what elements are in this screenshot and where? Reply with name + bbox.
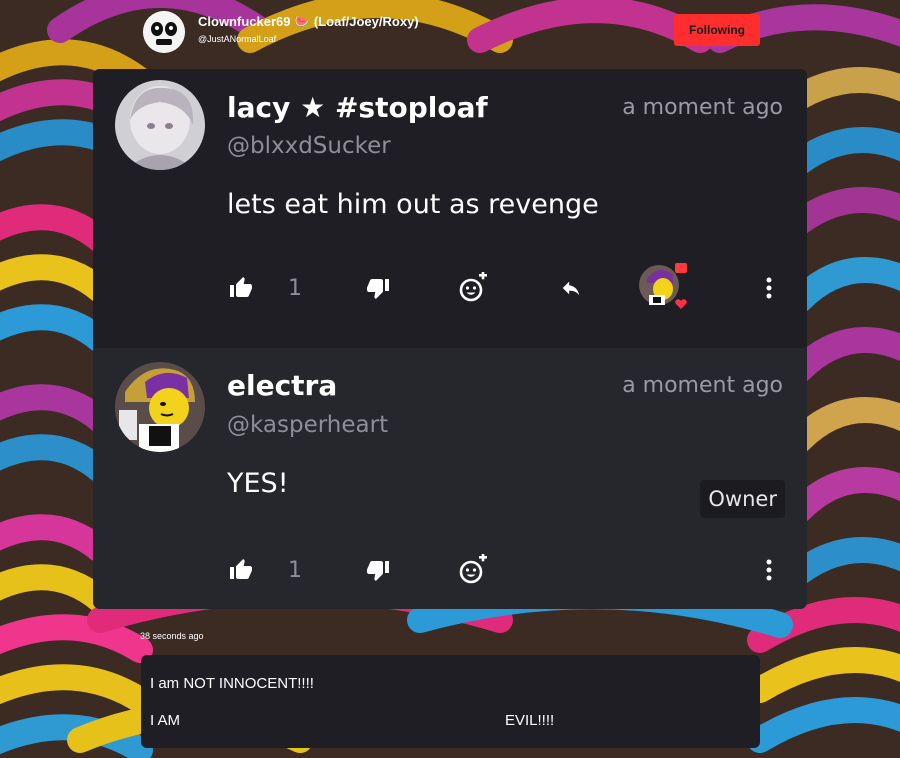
add-reaction-icon — [459, 554, 487, 584]
comment-avatar[interactable] — [115, 80, 205, 170]
more-options-button[interactable] — [759, 550, 779, 590]
like-count: 1 — [288, 275, 302, 301]
comment-author-name[interactable]: electra — [227, 369, 337, 402]
profile-header: Clownfucker69 🍉 (Loaf/Joey/Roxy) @JustAN… — [143, 9, 763, 53]
like-count: 1 — [288, 557, 302, 583]
thumbs-down-icon — [367, 561, 389, 581]
comment-text: YES! — [227, 468, 289, 499]
comment-actions: 1 — [93, 550, 807, 590]
dislike-button[interactable] — [364, 550, 392, 590]
more-vertical-icon — [766, 277, 772, 299]
profile-avatar[interactable] — [143, 11, 185, 53]
profile-handle: @JustANormalLoaf — [198, 34, 277, 44]
add-reaction-icon — [459, 272, 487, 302]
comment-time: a moment ago — [622, 95, 783, 120]
reply-button[interactable] — [556, 268, 586, 308]
comment-text: lets eat him out as revenge — [227, 189, 599, 220]
post-line: EVIL!!!! — [505, 712, 555, 729]
owner-badge: Owner — [700, 480, 785, 518]
comment-item: lacy ★ #stoploaf @blxxdSucker a moment a… — [93, 69, 807, 348]
comment-author-name[interactable]: lacy ★ #stoploaf — [227, 91, 488, 124]
more-options-button[interactable] — [759, 268, 779, 308]
comment-actions: 1 — [93, 263, 807, 313]
post-line: I AM — [150, 712, 181, 729]
post-line: I am NOT INNOCENT!!!! — [150, 675, 314, 692]
post-timestamp: 38 seconds ago — [140, 631, 204, 641]
post-text-box: I am NOT INNOCENT!!!! I AM EVIL!!!! — [141, 655, 760, 748]
like-button[interactable] — [227, 268, 255, 308]
dislike-button[interactable] — [364, 268, 392, 308]
add-reaction-button[interactable] — [457, 268, 489, 308]
add-reaction-button[interactable] — [457, 550, 489, 590]
comments-panel: lacy ★ #stoploaf @blxxdSucker a moment a… — [93, 69, 807, 609]
more-vertical-icon — [766, 559, 772, 581]
comment-avatar[interactable] — [115, 362, 205, 452]
following-button[interactable]: Following — [674, 14, 760, 46]
creator-heart-avatar — [633, 257, 693, 317]
thumbs-up-icon — [230, 277, 252, 297]
comment-author-handle: @kasperheart — [227, 412, 389, 438]
comment-item: electra @kasperheart a moment ago Owner … — [93, 348, 807, 609]
profile-name[interactable]: Clownfucker69 🍉 (Loaf/Joey/Roxy) — [198, 14, 419, 30]
comment-author-handle: @blxxdSucker — [227, 133, 391, 159]
thumbs-down-icon — [367, 279, 389, 299]
like-button[interactable] — [227, 550, 255, 590]
reply-icon — [562, 281, 580, 296]
comment-time: a moment ago — [622, 373, 783, 398]
thumbs-up-icon — [230, 559, 252, 579]
